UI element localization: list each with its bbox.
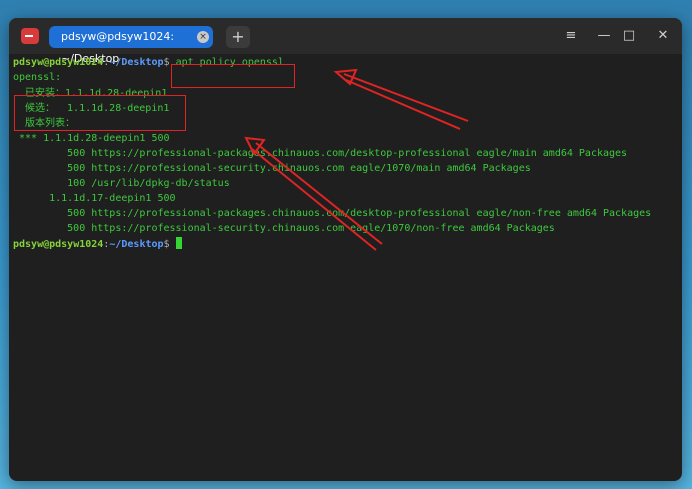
annotation-arrow-command (343, 73, 469, 130)
annotation-arrow-version (251, 142, 383, 251)
annotation-arrows (244, 68, 469, 251)
arrow-head-command (333, 68, 358, 86)
